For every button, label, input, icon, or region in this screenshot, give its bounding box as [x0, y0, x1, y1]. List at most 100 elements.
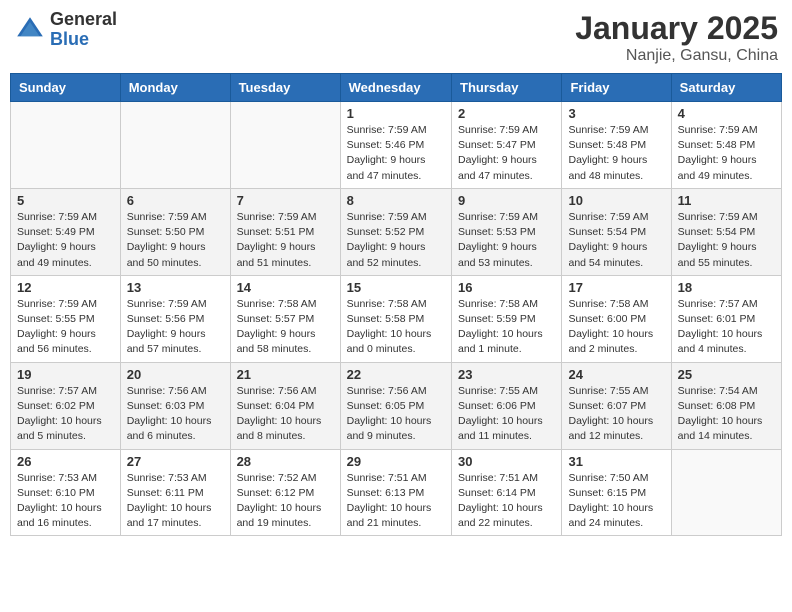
day-info: Sunrise: 7:53 AM Sunset: 6:11 PM Dayligh…: [127, 471, 224, 532]
calendar: SundayMondayTuesdayWednesdayThursdayFrid…: [10, 73, 782, 536]
calendar-day-cell: 29 Sunrise: 7:51 AM Sunset: 6:13 PM Dayli…: [340, 449, 451, 536]
day-info: Sunrise: 7:51 AM Sunset: 6:14 PM Dayligh…: [458, 471, 555, 532]
day-number: 6: [127, 193, 224, 208]
calendar-header-monday: Monday: [120, 74, 230, 102]
day-number: 31: [568, 454, 664, 469]
day-info: Sunrise: 7:59 AM Sunset: 5:49 PM Dayligh…: [17, 210, 114, 271]
logo-icon: [14, 14, 46, 46]
day-info: Sunrise: 7:55 AM Sunset: 6:06 PM Dayligh…: [458, 384, 555, 445]
calendar-day-cell: 25Sunrise: 7:54 AM Sunset: 6:08 PM Dayli…: [671, 362, 781, 449]
calendar-day-cell: 17Sunrise: 7:58 AM Sunset: 6:00 PM Dayli…: [562, 275, 671, 362]
day-number: 14: [237, 280, 334, 295]
day-number: 13: [127, 280, 224, 295]
calendar-day-cell: 11Sunrise: 7:59 AM Sunset: 5:54 PM Dayli…: [671, 188, 781, 275]
day-info: Sunrise: 7:59 AM Sunset: 5:53 PM Dayligh…: [458, 210, 555, 271]
day-number: 20: [127, 367, 224, 382]
calendar-day-cell: 14 Sunrise: 7:58 AM Sunset: 5:57 PM Dayli…: [230, 275, 340, 362]
calendar-day-cell: 21 Sunrise: 7:56 AM Sunset: 6:04 PM Dayli…: [230, 362, 340, 449]
day-info: Sunrise: 7:59 AM Sunset: 5:47 PM Dayligh…: [458, 123, 555, 184]
day-info: Sunrise: 7:56 AM Sunset: 6:03 PM Dayligh…: [127, 384, 224, 445]
day-number: 1: [347, 106, 445, 121]
day-number: 19: [17, 367, 114, 382]
calendar-header-saturday: Saturday: [671, 74, 781, 102]
day-number: 22: [347, 367, 445, 382]
calendar-header-friday: Friday: [562, 74, 671, 102]
calendar-day-cell: 2 Sunrise: 7:59 AM Sunset: 5:47 PM Daylig…: [452, 102, 562, 189]
day-info: Sunrise: 7:59 AM Sunset: 5:48 PM Dayligh…: [568, 123, 664, 184]
day-number: 21: [237, 367, 334, 382]
day-number: 24: [568, 367, 664, 382]
calendar-day-cell: 16 Sunrise: 7:58 AM Sunset: 5:59 PM Dayli…: [452, 275, 562, 362]
calendar-day-cell: 12Sunrise: 7:59 AM Sunset: 5:55 PM Dayli…: [11, 275, 121, 362]
day-number: 18: [678, 280, 775, 295]
day-number: 4: [678, 106, 775, 121]
calendar-week-row: 26 Sunrise: 7:53 AM Sunset: 6:10 PM Dayli…: [11, 449, 782, 536]
day-info: Sunrise: 7:53 AM Sunset: 6:10 PM Dayligh…: [17, 471, 114, 532]
calendar-day-cell: [230, 102, 340, 189]
calendar-day-cell: 19 Sunrise: 7:57 AM Sunset: 6:02 PM Dayli…: [11, 362, 121, 449]
calendar-day-cell: 27 Sunrise: 7:53 AM Sunset: 6:11 PM Dayli…: [120, 449, 230, 536]
logo-blue-text: Blue: [50, 30, 117, 50]
day-info: Sunrise: 7:52 AM Sunset: 6:12 PM Dayligh…: [237, 471, 334, 532]
calendar-day-cell: 20 Sunrise: 7:56 AM Sunset: 6:03 PM Dayli…: [120, 362, 230, 449]
month-title: January 2025: [575, 10, 778, 47]
day-info: Sunrise: 7:58 AM Sunset: 5:59 PM Dayligh…: [458, 297, 555, 358]
day-info: Sunrise: 7:58 AM Sunset: 5:58 PM Dayligh…: [347, 297, 445, 358]
day-info: Sunrise: 7:51 AM Sunset: 6:13 PM Dayligh…: [347, 471, 445, 532]
day-number: 15: [347, 280, 445, 295]
day-info: Sunrise: 7:59 AM Sunset: 5:46 PM Dayligh…: [347, 123, 445, 184]
day-info: Sunrise: 7:59 AM Sunset: 5:52 PM Dayligh…: [347, 210, 445, 271]
day-info: Sunrise: 7:59 AM Sunset: 5:54 PM Dayligh…: [568, 210, 664, 271]
calendar-week-row: 1 Sunrise: 7:59 AM Sunset: 5:46 PM Daylig…: [11, 102, 782, 189]
day-number: 8: [347, 193, 445, 208]
calendar-day-cell: [120, 102, 230, 189]
day-info: Sunrise: 7:59 AM Sunset: 5:56 PM Dayligh…: [127, 297, 224, 358]
day-number: 25: [678, 367, 775, 382]
calendar-day-cell: 18Sunrise: 7:57 AM Sunset: 6:01 PM Dayli…: [671, 275, 781, 362]
day-number: 28: [237, 454, 334, 469]
day-number: 7: [237, 193, 334, 208]
calendar-day-cell: 6 Sunrise: 7:59 AM Sunset: 5:50 PM Daylig…: [120, 188, 230, 275]
calendar-week-row: 12Sunrise: 7:59 AM Sunset: 5:55 PM Dayli…: [11, 275, 782, 362]
day-number: 29: [347, 454, 445, 469]
calendar-day-cell: 10 Sunrise: 7:59 AM Sunset: 5:54 PM Dayli…: [562, 188, 671, 275]
calendar-header-wednesday: Wednesday: [340, 74, 451, 102]
day-number: 3: [568, 106, 664, 121]
day-number: 9: [458, 193, 555, 208]
day-number: 12: [17, 280, 114, 295]
logo-text: General Blue: [50, 10, 117, 50]
calendar-day-cell: [11, 102, 121, 189]
day-number: 27: [127, 454, 224, 469]
logo: General Blue: [14, 10, 117, 50]
calendar-day-cell: 30 Sunrise: 7:51 AM Sunset: 6:14 PM Dayli…: [452, 449, 562, 536]
title-area: January 2025 Nanjie, Gansu, China: [575, 10, 778, 65]
calendar-header-row: SundayMondayTuesdayWednesdayThursdayFrid…: [11, 74, 782, 102]
day-number: 26: [17, 454, 114, 469]
page-header: General Blue January 2025 Nanjie, Gansu,…: [10, 10, 782, 65]
day-number: 16: [458, 280, 555, 295]
calendar-day-cell: 26 Sunrise: 7:53 AM Sunset: 6:10 PM Dayli…: [11, 449, 121, 536]
calendar-day-cell: [671, 449, 781, 536]
day-info: Sunrise: 7:56 AM Sunset: 6:05 PM Dayligh…: [347, 384, 445, 445]
day-info: Sunrise: 7:56 AM Sunset: 6:04 PM Dayligh…: [237, 384, 334, 445]
logo-general-text: General: [50, 10, 117, 30]
location: Nanjie, Gansu, China: [575, 47, 778, 65]
calendar-day-cell: 1 Sunrise: 7:59 AM Sunset: 5:46 PM Daylig…: [340, 102, 451, 189]
calendar-day-cell: 13 Sunrise: 7:59 AM Sunset: 5:56 PM Dayli…: [120, 275, 230, 362]
calendar-day-cell: 4Sunrise: 7:59 AM Sunset: 5:48 PM Daylig…: [671, 102, 781, 189]
day-info: Sunrise: 7:55 AM Sunset: 6:07 PM Dayligh…: [568, 384, 664, 445]
day-info: Sunrise: 7:57 AM Sunset: 6:02 PM Dayligh…: [17, 384, 114, 445]
day-number: 30: [458, 454, 555, 469]
day-number: 11: [678, 193, 775, 208]
day-info: Sunrise: 7:59 AM Sunset: 5:50 PM Dayligh…: [127, 210, 224, 271]
day-number: 23: [458, 367, 555, 382]
calendar-day-cell: 24 Sunrise: 7:55 AM Sunset: 6:07 PM Dayli…: [562, 362, 671, 449]
day-number: 2: [458, 106, 555, 121]
day-number: 5: [17, 193, 114, 208]
calendar-header-thursday: Thursday: [452, 74, 562, 102]
day-info: Sunrise: 7:50 AM Sunset: 6:15 PM Dayligh…: [568, 471, 664, 532]
day-info: Sunrise: 7:58 AM Sunset: 6:00 PM Dayligh…: [568, 297, 664, 358]
day-number: 10: [568, 193, 664, 208]
day-info: Sunrise: 7:58 AM Sunset: 5:57 PM Dayligh…: [237, 297, 334, 358]
calendar-day-cell: 23 Sunrise: 7:55 AM Sunset: 6:06 PM Dayli…: [452, 362, 562, 449]
